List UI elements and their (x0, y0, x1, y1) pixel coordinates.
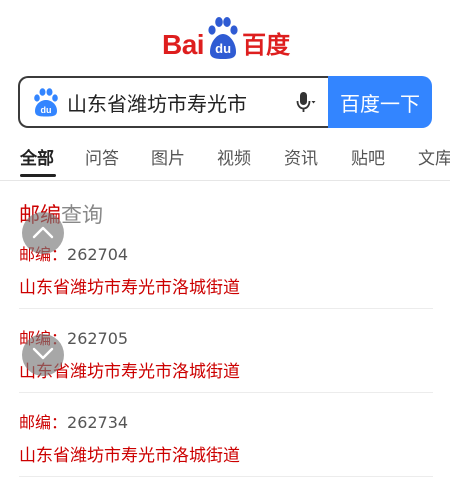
search-bar: du 山东省潍坊市寿光市 百度一下 (18, 76, 432, 128)
tab-qa[interactable]: 问答 (85, 144, 119, 169)
postal-code-label: 邮编： (19, 413, 68, 432)
list-item: 邮编：262734 山东省潍坊市寿光市洛城街道 (19, 409, 433, 466)
postal-code: 邮编：262705 (19, 325, 433, 349)
address-link[interactable]: 山东省潍坊市寿光市洛城街道 (19, 441, 433, 466)
scroll-up-button[interactable] (22, 212, 64, 254)
address-link[interactable]: 山东省潍坊市寿光市洛城街道 (19, 357, 433, 382)
baidu-logo[interactable]: Bai du 百度 (162, 16, 290, 60)
divider (19, 308, 433, 309)
tab-videos[interactable]: 视频 (217, 144, 251, 169)
postal-code: 邮编：262734 (19, 409, 433, 433)
tab-wenku[interactable]: 文库 (418, 144, 450, 169)
logo-text-bai: Bai (162, 29, 205, 60)
paw-icon: du (31, 87, 61, 117)
search-button[interactable]: 百度一下 (328, 76, 432, 128)
postal-code-value: 262705 (67, 329, 129, 348)
paw-logo-icon: du (205, 16, 241, 60)
active-tab-indicator (20, 174, 56, 177)
postal-code: 邮编：262704 (19, 241, 433, 265)
postal-code-value: 262734 (67, 413, 129, 432)
tab-news[interactable]: 资讯 (284, 144, 318, 169)
logo-du-text: du (215, 41, 232, 56)
microphone-icon[interactable] (290, 87, 320, 117)
address-link[interactable]: 山东省潍坊市寿光市洛城街道 (19, 273, 433, 298)
logo-text-cn: 百度 (242, 31, 291, 59)
title-rest: 查询 (61, 203, 103, 227)
tab-all[interactable]: 全部 (20, 144, 54, 169)
chevron-up-icon (32, 224, 54, 243)
search-input[interactable]: 山东省潍坊市寿光市 (67, 88, 290, 117)
list-item: 邮编：262705 山东省潍坊市寿光市洛城街道 (19, 325, 433, 382)
tab-tieba[interactable]: 贴吧 (351, 144, 385, 169)
divider (19, 476, 433, 477)
divider (19, 392, 433, 393)
svg-text:du: du (41, 105, 52, 115)
chevron-down-icon (32, 346, 54, 365)
tab-bar: 全部 问答 图片 视频 资讯 贴吧 文库 (0, 140, 450, 181)
scroll-down-button[interactable] (22, 334, 64, 376)
search-results-page: Bai du 百度 du 山东省潍坊市寿光市 百度一下 全部 问答 图片 视频 … (0, 0, 450, 490)
postal-code-value: 262704 (67, 245, 129, 264)
search-box[interactable]: du 山东省潍坊市寿光市 (18, 76, 328, 128)
tab-images[interactable]: 图片 (151, 144, 185, 169)
list-item: 邮编：262704 山东省潍坊市寿光市洛城街道 (19, 241, 433, 298)
